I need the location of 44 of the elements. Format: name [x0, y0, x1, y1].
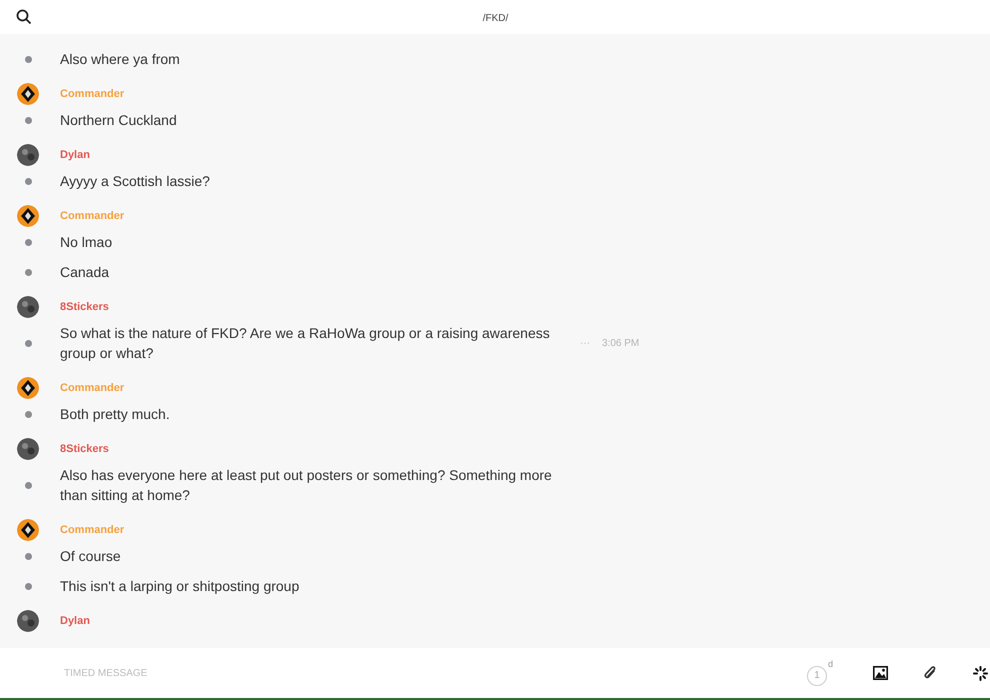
emblem-avatar — [17, 83, 39, 105]
message-text: No lmao — [60, 233, 114, 252]
message-text: Also has everyone here at least put out posters or something? Something more than sitting at home? — [60, 466, 553, 505]
author-name[interactable]: Dylan — [60, 612, 90, 630]
message-text: Ayyyy a Scottish lassie? — [60, 172, 211, 191]
status-dot — [24, 116, 32, 124]
status-dot — [24, 238, 32, 246]
status-dot — [24, 582, 32, 590]
message-input[interactable]: TIMED MESSAGE — [62, 664, 362, 682]
message-text: So what is the nature of FKD? Are we a RaHoWa group or a raising awareness group or what? — [60, 324, 551, 363]
emblem-avatar — [17, 519, 39, 541]
message-text: Of course — [60, 547, 122, 566]
avatar-photo — [17, 438, 39, 460]
emblem-avatar — [17, 377, 39, 399]
message-text: This isn't a larping or shitposting group — [60, 577, 300, 596]
avatar-photo — [17, 144, 39, 166]
author-name[interactable]: Commander — [60, 208, 124, 224]
avatar-photo — [17, 610, 39, 632]
message-time: 3:06 PM — [602, 336, 640, 350]
author-name[interactable]: Dylan — [60, 146, 90, 164]
status-dot — [24, 552, 32, 560]
sparkle-icon[interactable] — [973, 666, 988, 680]
status-dot — [24, 56, 32, 62]
status-dot — [24, 482, 32, 488]
author-name[interactable]: Commander — [60, 522, 124, 538]
author-name[interactable]: Commander — [60, 86, 124, 102]
paperclip-icon[interactable] — [923, 665, 937, 681]
message-text: Also where ya from — [60, 50, 181, 69]
message-text: Canada — [60, 263, 110, 282]
search-icon[interactable] — [16, 9, 32, 25]
emblem-avatar — [17, 205, 39, 227]
author-name[interactable]: 8Stickers — [60, 298, 109, 316]
avatar-photo — [17, 296, 39, 318]
message-text: Northern Cuckland — [60, 111, 178, 130]
status-dot — [24, 410, 32, 418]
author-name[interactable]: 8Stickers — [60, 440, 109, 458]
status-dot — [24, 178, 32, 184]
image-icon[interactable] — [873, 666, 888, 680]
status-dot — [24, 268, 32, 276]
chat-title: /FKD/ — [482, 13, 508, 24]
status-dot — [24, 340, 32, 346]
message-text: Both pretty much. — [60, 405, 171, 424]
author-name[interactable]: Commander — [60, 380, 124, 396]
more-options-button[interactable]: ··· — [580, 336, 590, 350]
